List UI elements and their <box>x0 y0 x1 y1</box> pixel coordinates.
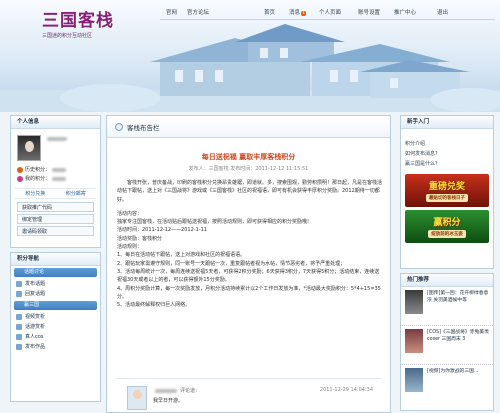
history-points-row: 历史积分： <box>17 165 94 174</box>
article-body: 客栈开张，普庆备战，印刷的客栈积分兑换昂贵雄踞，即道就。多，搜索围观，勤劳积攒明… <box>117 179 383 309</box>
comment-divider <box>117 378 381 379</box>
points-nav-title: 积分导航 <box>11 253 100 266</box>
hot-item-title: [图传]第一回：花开柳绿春意浓 关羽美酒候中等 <box>427 291 489 304</box>
hot-item-thumbnail <box>405 368 423 392</box>
hot-item-title: [COS]《三国战将》赤兔美羡coser 三国周末 3 <box>427 330 489 343</box>
article-paragraph: 活动规则： <box>117 244 143 251</box>
article-paragraph: 客栈开张，普庆备战，印刷的客栈积分兑换昂贵雄踞，即道就。多，搜索围观，勤劳积攒明… <box>117 180 383 203</box>
guide-link-what-is-win-sanguo[interactable]: 赢三国是什么？ <box>401 159 493 169</box>
current-points-icon <box>17 175 23 182</box>
binding-management-button[interactable]: 绑定管理 <box>17 214 94 224</box>
promo-banner-earn-points-tagline: 绽放前的冰玉姿 <box>428 230 466 238</box>
nav-real-cos[interactable]: 真人cos <box>11 332 100 342</box>
current-points-value-blurred <box>52 176 67 181</box>
comment-text: 我早日开游。 <box>153 398 184 404</box>
site-logo[interactable]: 三国客栈 三国迷的积分互动社区 <box>42 6 142 40</box>
user-avatar[interactable] <box>17 135 41 161</box>
logo-subtitle: 三国迷的积分互动社区 <box>42 33 93 39</box>
nav-official-site[interactable]: 官网 <box>166 8 177 16</box>
bulletin-icon <box>115 122 123 131</box>
nav-messages-label: 消息 <box>289 10 301 16</box>
promo-banner-earn-points-headline: 赢积分 <box>433 218 461 228</box>
article-paragraph: 4、周积分奖励计算，每一次奖励发放，月积分活动持续累计以2个工作日发放为准，*活… <box>117 285 381 300</box>
nav-account-settings[interactable]: 账号设置 <box>358 8 380 16</box>
points-nav-panel: 积分导航 话题讨论 发布话题 回复话题 赢三国 视频赏析 话游赏析 真人cos … <box>10 252 101 402</box>
article-paragraph: 独家专注国客栈，在活动贴后跟帖送祝福，按照活动规则，即可获得相应的积分奖励哦! <box>117 219 310 226</box>
hot-item-title: [视频]为你激战的三国... <box>427 369 479 374</box>
points-mail-link[interactable]: 积分邮寄 <box>66 190 86 197</box>
article-paragraph: 活动时间：2011-12-12——2012-1-11 <box>117 227 207 234</box>
bulletin-board-title: 客栈布告栏 <box>127 123 160 132</box>
invite-code-button[interactable]: 邀请码领取 <box>17 226 94 236</box>
nav-promotion[interactable]: 推广中心 <box>394 8 416 16</box>
commenter-avatar[interactable] <box>127 386 147 410</box>
article-paragraph: 5、活动最终解释权归巨人网络。 <box>117 302 191 309</box>
current-points-label: 我的积分： <box>25 176 51 182</box>
hot-item[interactable]: [视频]为你激战的三国... <box>401 365 493 404</box>
promo-banner-earn-points[interactable]: 赢积分 绽放前的冰玉姿 <box>405 210 489 243</box>
hot-item[interactable]: [图传]第一回：花开柳绿春意浓 关羽美酒候中等 <box>401 287 493 326</box>
logo-text: 三国客栈 <box>42 11 114 31</box>
hot-item-thumbnail <box>405 290 423 314</box>
article-paragraph: 3、活动每周统计一次，每周连续送祝福5天者，可获得2积分奖励；6天获得3积分，7… <box>117 268 380 284</box>
comment-time: 2011-12-29 14:04:34 <box>319 387 373 393</box>
site-banner: 三国客栈 三国迷的积分互动社区 官网 官方论坛 首页 消息 1 个人页面 账号设置… <box>0 0 500 112</box>
commenter-name-blurred <box>155 388 177 393</box>
nav-reply-topic[interactable]: 回复话题 <box>11 289 100 299</box>
hot-recommend-panel: 热门推荐 [图传]第一回：花开柳绿春意浓 关羽美酒候中等 [COS]《三国战将》… <box>400 273 494 411</box>
guide-link-points-intro[interactable]: 积分介绍 <box>401 139 493 149</box>
article-paragraph: 1、每日在活动帖下跟帖，送上对游戏和社区的祝福语语。 <box>117 252 246 259</box>
message-count-badge: 1 <box>301 11 306 16</box>
newbie-guide-panel: 新手入门 积分介绍 如何发布消息? 赢三国是什么？ 重磅兑奖 最贴切的客栈日子 … <box>400 115 494 269</box>
profile-panel: 个人信息 历史积分： 我的积分： 积分兑换 积分邮寄 获取推广代码 绑定管理 邀… <box>10 115 101 248</box>
hot-item-thumbnail <box>405 329 423 353</box>
nav-post-topic[interactable]: 发布话题 <box>11 279 100 289</box>
history-points-value-blurred <box>52 167 67 172</box>
nav-messages[interactable]: 消息 1 <box>289 8 306 16</box>
comment-label: 评论道： <box>180 388 201 394</box>
history-points-icon <box>17 166 23 173</box>
article-title: 每日送祝福 赢取丰厚客栈积分 <box>201 153 296 161</box>
points-exchange-link[interactable]: 积分兑换 <box>25 190 45 197</box>
promo-banner-prizes[interactable]: 重磅兑奖 最贴切的客栈日子 <box>405 174 489 207</box>
group-win-sanguo[interactable]: 赢三国 <box>14 301 97 310</box>
nav-official-forum[interactable]: 官方论坛 <box>187 8 209 16</box>
article-paragraph: 2、跟帖玩家需遵守规则，同一账号一天跟帖一次，重复跟帖者视为水帖，情节恶劣者，将… <box>117 260 346 267</box>
current-points-row: 我的积分： <box>17 174 94 183</box>
profile-panel-title: 个人信息 <box>11 116 100 129</box>
guide-link-how-to-post[interactable]: 如何发布消息? <box>401 149 493 159</box>
bulletin-board-header: 客栈布告栏 <box>107 116 390 138</box>
hot-item[interactable]: [COS]《三国战将》赤兔美羡coser 三国周末 3 <box>401 326 493 365</box>
nav-publish-work[interactable]: 发布作品 <box>11 342 100 352</box>
right-sidebar: 新手入门 积分介绍 如何发布消息? 赢三国是什么？ 重磅兑奖 最贴切的客栈日子 … <box>400 115 494 413</box>
nav-divider <box>160 19 495 20</box>
top-navigation: 官网 官方论坛 首页 消息 1 个人页面 账号设置 推广中心 退出 <box>162 7 496 17</box>
group-topic-discussion[interactable]: 话题讨论 <box>14 268 97 277</box>
newbie-guide-title: 新手入门 <box>401 116 493 129</box>
nav-logout[interactable]: 退出 <box>437 8 448 16</box>
article-paragraph: 活动内容： <box>117 210 143 217</box>
nav-game-appreciation[interactable]: 话游赏析 <box>11 322 100 332</box>
nav-profile[interactable]: 个人页面 <box>319 8 341 16</box>
promo-banner-prizes-tagline: 最贴切的客栈日子 <box>426 194 468 202</box>
promo-banner-prizes-headline: 重磅兑奖 <box>428 182 465 192</box>
article-paragraph: 活动奖励：客栈积分 <box>117 235 163 242</box>
comment-item: 评论道： 我早日开游。 2011-12-29 14:04:34 <box>121 386 383 412</box>
left-sidebar: 个人信息 历史积分： 我的积分： 积分兑换 积分邮寄 获取推广代码 绑定管理 邀… <box>10 115 101 413</box>
main-content: 客栈布告栏 每日送祝福 赢取丰厚客栈积分 发布人：三国客栈 发布时间：2011-… <box>106 115 391 413</box>
get-promo-code-button[interactable]: 获取推广代码 <box>17 202 94 212</box>
article-meta: 发布人：三国客栈 发布时间：2011-12-12 11:15:51 <box>188 166 309 172</box>
nav-video-appreciation[interactable]: 视频赏析 <box>11 312 100 322</box>
history-points-label: 历史积分： <box>25 167 51 173</box>
nav-home[interactable]: 首页 <box>264 8 275 16</box>
hot-recommend-title: 热门推荐 <box>401 274 493 287</box>
username-blurred <box>47 137 67 141</box>
